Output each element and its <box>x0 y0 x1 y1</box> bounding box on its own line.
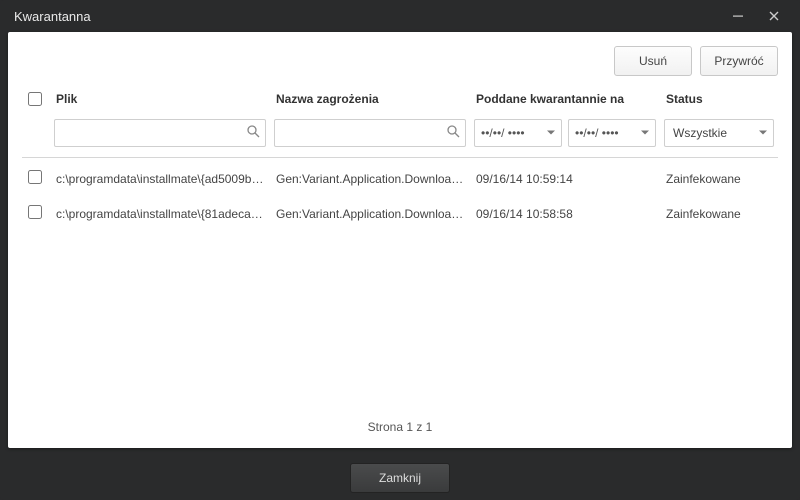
date-to-select[interactable]: ••/••/ •••• <box>568 119 656 147</box>
close-window-button[interactable] <box>756 0 792 32</box>
chevron-down-icon <box>547 131 555 136</box>
close-button[interactable]: Zamknij <box>350 463 450 493</box>
cell-quarantined: 09/16/14 10:58:58 <box>470 196 660 231</box>
titlebar: Kwarantanna <box>0 0 800 32</box>
minimize-icon <box>732 10 744 22</box>
minimize-button[interactable] <box>720 0 756 32</box>
col-file[interactable]: Plik <box>50 86 270 115</box>
table-row[interactable]: c:\programdata\installmate\{81adecaa-...… <box>22 196 778 231</box>
header-row: Plik Nazwa zagrożenia Poddane kwarantann… <box>22 86 778 115</box>
table-row[interactable]: c:\programdata\installmate\{ad5009b0-f..… <box>22 158 778 197</box>
col-quarantined[interactable]: Poddane kwarantannie na <box>470 86 660 115</box>
restore-button[interactable]: Przywróć <box>700 46 778 76</box>
row-checkbox[interactable] <box>28 205 42 219</box>
delete-button[interactable]: Usuń <box>614 46 692 76</box>
cell-status: Zainfekowane <box>660 196 778 231</box>
date-filter-pair: ••/••/ •••• ••/••/ •••• <box>474 119 656 147</box>
select-all-checkbox[interactable] <box>28 92 42 106</box>
table-wrap: Plik Nazwa zagrożenia Poddane kwarantann… <box>8 86 792 410</box>
cell-status: Zainfekowane <box>660 158 778 197</box>
pager: Strona 1 z 1 <box>8 410 792 448</box>
row-checkbox[interactable] <box>28 170 42 184</box>
cell-file: c:\programdata\installmate\{ad5009b0-f..… <box>50 158 270 197</box>
window-title: Kwarantanna <box>14 9 720 24</box>
quarantine-window: Kwarantanna Usuń Przywróć Plik Nazwa <box>0 0 800 500</box>
threat-filter <box>274 119 466 147</box>
status-filter-value: Wszystkie <box>673 126 727 140</box>
close-icon <box>768 10 780 22</box>
cell-quarantined: 09/16/14 10:59:14 <box>470 158 660 197</box>
filter-row: ••/••/ •••• ••/••/ •••• <box>22 115 778 158</box>
file-filter-input[interactable] <box>54 119 266 147</box>
status-filter-select[interactable]: Wszystkie <box>664 119 774 147</box>
threat-filter-input[interactable] <box>274 119 466 147</box>
quarantine-table: Plik Nazwa zagrożenia Poddane kwarantann… <box>22 86 778 231</box>
file-filter <box>54 119 266 147</box>
action-bar: Usuń Przywróć <box>8 32 792 86</box>
date-from-select[interactable]: ••/••/ •••• <box>474 119 562 147</box>
col-threat[interactable]: Nazwa zagrożenia <box>270 86 470 115</box>
col-status[interactable]: Status <box>660 86 778 115</box>
chevron-down-icon <box>759 131 767 136</box>
chevron-down-icon <box>641 131 649 136</box>
cell-file: c:\programdata\installmate\{81adecaa-... <box>50 196 270 231</box>
cell-threat: Gen:Variant.Application.Download... <box>270 196 470 231</box>
pager-text: Strona 1 z 1 <box>368 420 433 434</box>
content-panel: Usuń Przywróć Plik Nazwa zagrożenia Podd… <box>8 32 792 448</box>
date-to-placeholder: ••/••/ •••• <box>575 126 619 140</box>
date-from-placeholder: ••/••/ •••• <box>481 126 525 140</box>
bottom-bar: Zamknij <box>8 456 792 500</box>
cell-threat: Gen:Variant.Application.Download... <box>270 158 470 197</box>
